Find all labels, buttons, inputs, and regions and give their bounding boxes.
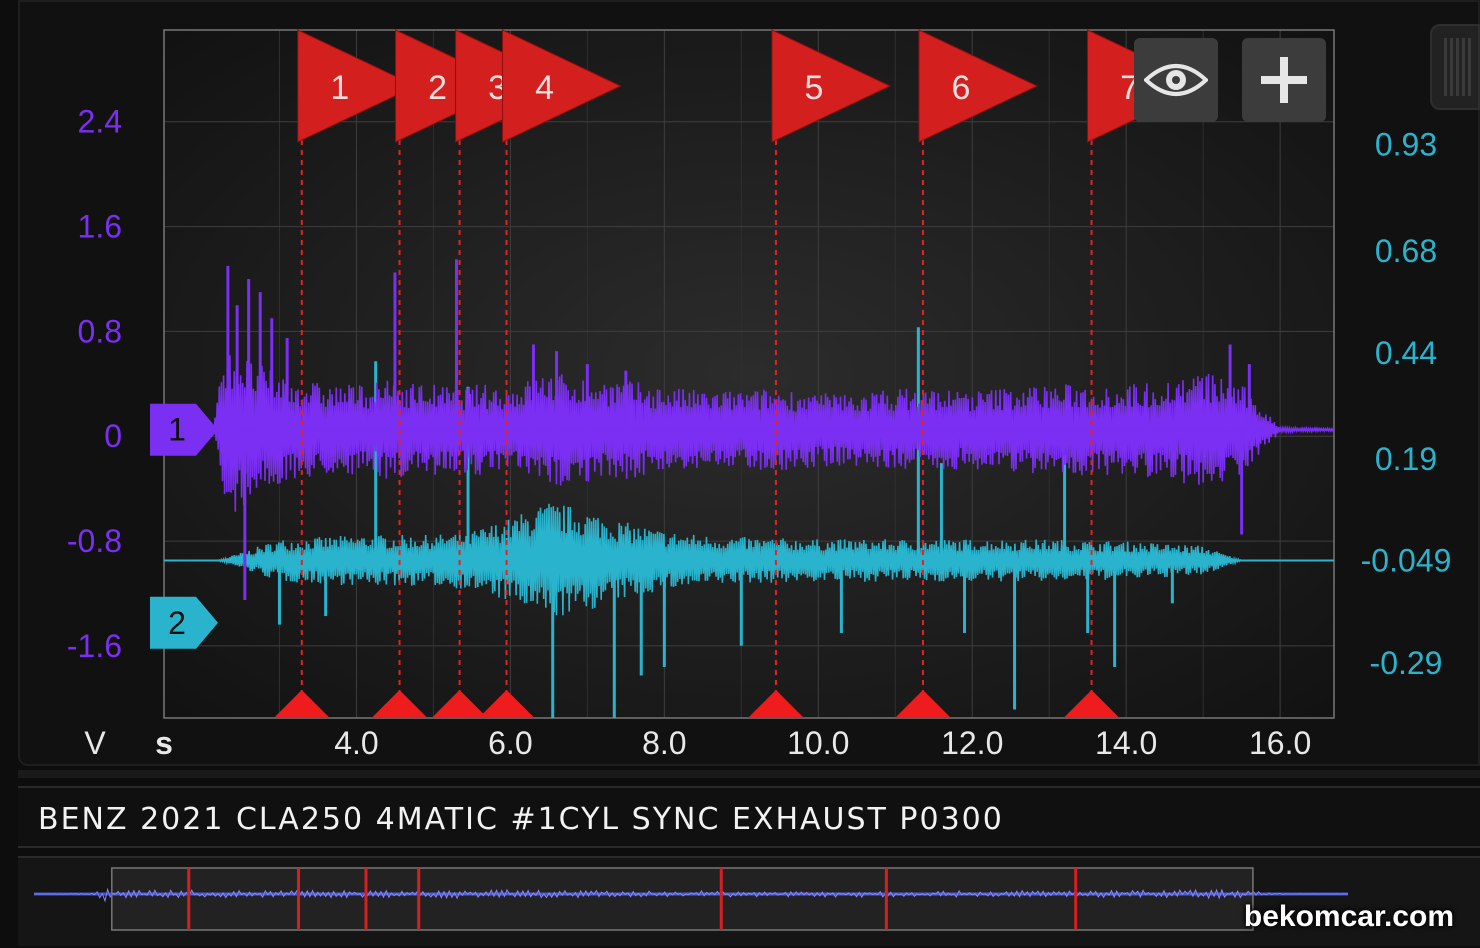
marker-flag-label: 2	[428, 69, 447, 107]
watermark: bekomcar.com	[1243, 900, 1454, 933]
side-panel-handle[interactable]	[1430, 24, 1480, 110]
divider	[18, 770, 1480, 778]
left-tick-label: 0.8	[78, 313, 122, 349]
right-tick-label: 0.19	[1375, 441, 1437, 477]
channel-1-tag-label: 1	[168, 412, 186, 448]
channel-2-tag-label: 2	[168, 605, 186, 641]
marker-flag-label: 1	[330, 69, 349, 107]
x-unit-label: s	[155, 725, 173, 761]
left-tick-label: 0	[104, 418, 122, 454]
plus-icon	[1261, 57, 1307, 103]
add-button[interactable]	[1242, 38, 1326, 122]
right-tick-label: -0.049	[1361, 542, 1452, 578]
left-tick-label: 1.6	[78, 209, 122, 245]
right-tick-label: 0.68	[1375, 233, 1437, 269]
right-tick-label: 0.44	[1375, 335, 1437, 371]
left-unit-label: V	[84, 725, 106, 761]
marker-flag-label: 4	[535, 69, 554, 107]
visibility-button[interactable]	[1134, 38, 1218, 122]
x-tick-label: 12.0	[941, 725, 1003, 761]
x-tick-label: 4.0	[334, 725, 378, 761]
left-tick-label: 2.4	[78, 104, 122, 140]
marker-flag-label: 6	[951, 69, 970, 107]
left-tick-label: -0.8	[67, 523, 122, 559]
plot-area	[164, 30, 1334, 718]
x-tick-label: 6.0	[488, 725, 532, 761]
x-tick-label: 14.0	[1095, 725, 1157, 761]
title-bar: BENZ 2021 CLA250 4MATIC #1CYL SYNC EXHAU…	[18, 786, 1480, 848]
x-tick-label: 8.0	[642, 725, 686, 761]
right-tick-label: 0.93	[1375, 127, 1437, 163]
eye-icon	[1144, 64, 1208, 96]
marker-flag-label: 5	[804, 69, 823, 107]
overview-window	[111, 867, 1254, 931]
capture-title: BENZ 2021 CLA250 4MATIC #1CYL SYNC EXHAU…	[38, 802, 1004, 837]
x-tick-label: 10.0	[787, 725, 849, 761]
right-tick-label: -0.29	[1370, 645, 1443, 681]
left-tick-label: -1.6	[67, 628, 122, 664]
x-tick-label: 16.0	[1249, 725, 1311, 761]
